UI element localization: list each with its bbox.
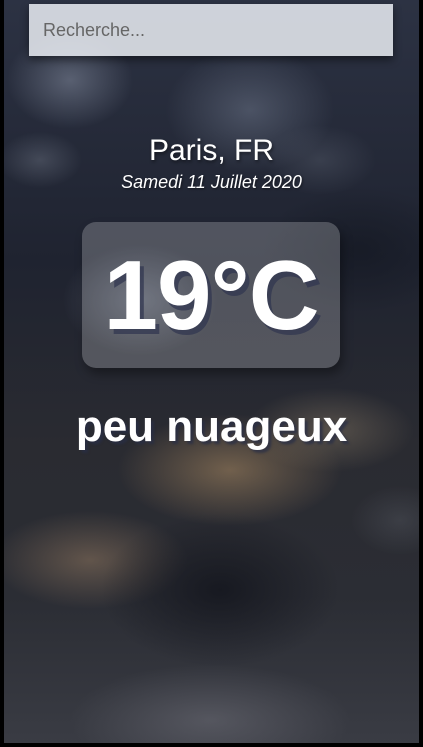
search-input[interactable] [29,4,393,56]
temperature-card: 19°C [82,222,340,368]
city-name: Paris, FR [148,134,274,167]
weather-app: Paris, FR Samedi 11 Juillet 2020 19°C pe… [0,0,423,747]
temperature-value: 19°C [103,240,320,350]
current-date: Samedi 11 Juillet 2020 [121,172,302,192]
weather-description: peu nuageux [75,402,348,451]
window-border [0,0,423,747]
